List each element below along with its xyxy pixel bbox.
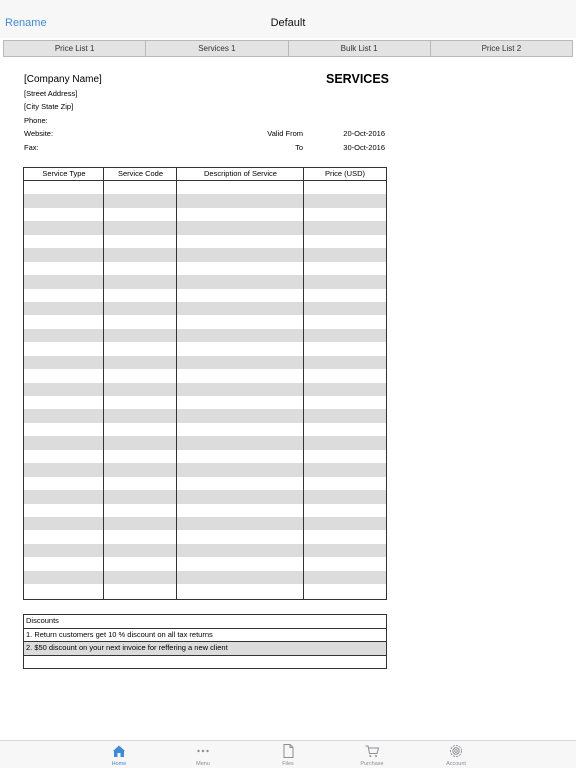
column-header-service-type: Service Type — [42, 169, 86, 178]
table-row[interactable] — [24, 504, 386, 517]
tab-bulk-list-1[interactable]: Bulk List 1 — [287, 40, 431, 57]
table-row[interactable] — [24, 355, 386, 370]
tabbar-purchase[interactable]: Purchase — [342, 743, 402, 767]
discounts-header: Discounts — [24, 615, 386, 629]
table-row[interactable] — [24, 369, 386, 382]
column-divider — [103, 168, 104, 599]
company-name[interactable]: [Company Name] — [24, 74, 102, 85]
table-row[interactable] — [24, 557, 386, 570]
discount-item[interactable]: 2. $50 discount on your next invoice for… — [24, 642, 386, 656]
tabbar-label-home: Home — [111, 761, 127, 767]
table-row[interactable] — [24, 543, 386, 558]
tabbar-label-files: Files — [282, 761, 294, 767]
table-row[interactable] — [24, 289, 386, 302]
discount-item[interactable]: 1. Return customers get 10 % discount on… — [24, 629, 386, 642]
valid-from-label: Valid From — [267, 129, 303, 138]
table-row[interactable] — [24, 315, 386, 328]
tabbar-account[interactable]: Account — [426, 743, 486, 767]
table-row[interactable] — [24, 409, 386, 423]
table-row[interactable] — [24, 570, 386, 585]
table-row[interactable] — [24, 516, 386, 531]
tabbar-menu[interactable]: Menu — [173, 743, 233, 767]
table-row[interactable] — [24, 436, 386, 450]
tabbar-files[interactable]: Files — [258, 743, 318, 767]
table-row[interactable] — [24, 328, 386, 343]
table-row[interactable] — [24, 477, 386, 490]
table-row[interactable] — [24, 463, 386, 477]
more-dots-icon — [197, 749, 209, 753]
table-row[interactable] — [24, 208, 386, 221]
discounts-table: Discounts 1. Return customers get 10 % d… — [23, 614, 387, 669]
gear-icon — [450, 745, 462, 757]
table-row[interactable] — [24, 181, 386, 194]
valid-from-value[interactable]: 20-Oct-2016 — [320, 129, 385, 138]
document-title: Default — [270, 17, 306, 29]
tabbar-label-account: Account — [446, 761, 466, 767]
street-address[interactable]: [Street Address] — [24, 89, 77, 98]
discount-item[interactable] — [24, 656, 386, 670]
table-row[interactable] — [24, 342, 386, 355]
column-header-service-code: Service Code — [117, 169, 164, 178]
cart-icon — [365, 745, 380, 757]
column-header-description: Description of Service — [204, 169, 277, 178]
table-row[interactable] — [24, 275, 386, 289]
city-state-zip[interactable]: [City State Zip] — [24, 102, 73, 111]
home-icon — [113, 745, 125, 757]
table-row[interactable] — [24, 530, 386, 543]
table-row[interactable] — [24, 194, 386, 208]
table-row[interactable] — [24, 450, 386, 463]
table-row[interactable] — [24, 382, 386, 396]
page-heading: SERVICES — [326, 72, 389, 86]
tabbar-home[interactable]: Home — [89, 743, 149, 767]
tab-price-list-2[interactable]: Price List 2 — [429, 40, 573, 57]
table-row[interactable] — [24, 235, 386, 248]
tabbar-label-menu: Menu — [196, 761, 210, 767]
bottom-tab-bar: Home Menu Files Purchase Account — [0, 740, 576, 768]
navigation-bar: Rename Default — [0, 0, 576, 38]
services-table-header: Service Type Service Code Description of… — [24, 168, 386, 181]
table-row[interactable] — [24, 423, 386, 436]
table-row[interactable] — [24, 396, 386, 409]
services-table-body — [24, 181, 386, 599]
table-row[interactable] — [24, 248, 386, 262]
table-row[interactable] — [24, 301, 386, 316]
services-document: [Company Name] [Street Address] [City St… — [0, 60, 576, 740]
table-row[interactable] — [24, 262, 386, 275]
fax-label[interactable]: Fax: — [24, 143, 39, 152]
website-label[interactable]: Website: — [24, 129, 53, 138]
table-row[interactable] — [24, 584, 386, 597]
tabbar-label-purchase: Purchase — [360, 761, 384, 767]
phone-label[interactable]: Phone: — [24, 116, 48, 125]
tab-price-list-1[interactable]: Price List 1 — [3, 40, 147, 57]
to-value[interactable]: 30-Oct-2016 — [320, 143, 385, 152]
sheet-tabs: Price List 1 Services 1 Bulk List 1 Pric… — [3, 40, 573, 57]
table-row[interactable] — [24, 221, 386, 235]
file-icon — [283, 744, 294, 758]
column-header-price: Price (USD) — [324, 169, 365, 178]
tab-services-1[interactable]: Services 1 — [145, 40, 289, 57]
column-divider — [176, 168, 177, 599]
to-label: To — [295, 143, 303, 152]
column-divider — [303, 168, 304, 599]
table-row[interactable] — [24, 490, 386, 504]
services-table: Service Type Service Code Description of… — [23, 167, 387, 600]
